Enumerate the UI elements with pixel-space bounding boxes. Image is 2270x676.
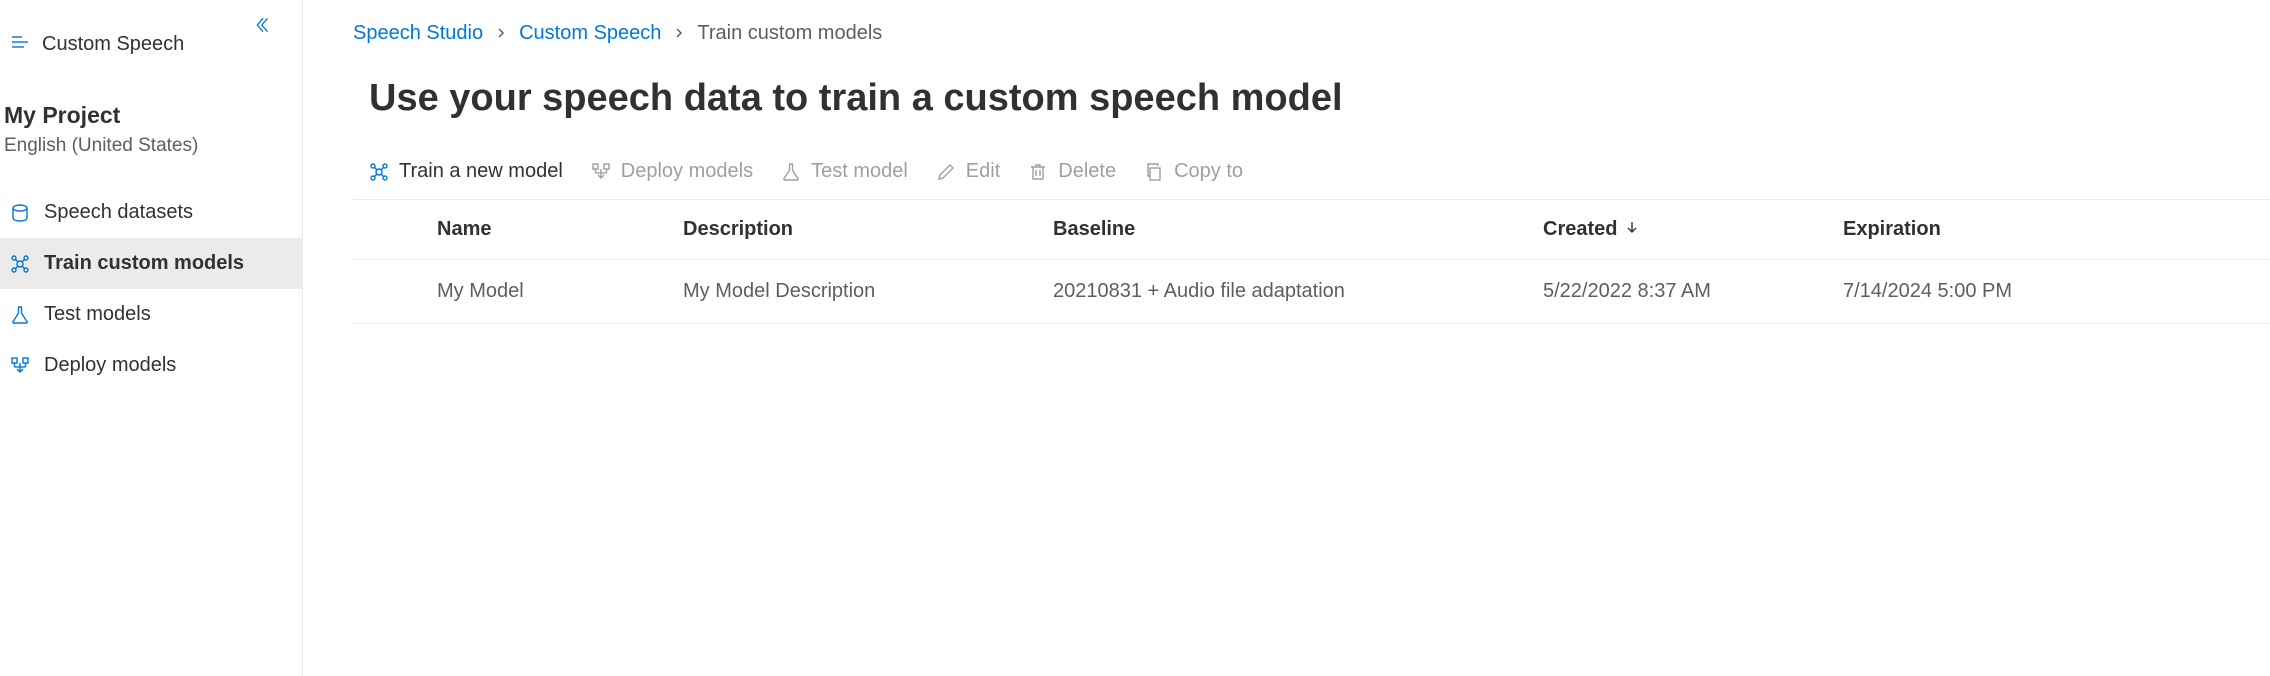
main-content: Speech Studio Custom Speech Train custom… bbox=[303, 0, 2270, 676]
breadcrumb-item-current: Train custom models bbox=[697, 22, 882, 45]
copy-icon bbox=[1144, 162, 1164, 182]
deploy-icon bbox=[10, 356, 30, 376]
chevron-right-icon bbox=[495, 26, 507, 42]
row-created-cell: 5/22/2022 8:37 AM bbox=[1543, 280, 1843, 303]
row-baseline-cell: 20210831 + Audio file adaptation bbox=[1053, 280, 1543, 303]
edit-button[interactable]: Edit bbox=[936, 160, 1000, 183]
toolbar-btn-label: Copy to bbox=[1174, 160, 1243, 183]
breadcrumb: Speech Studio Custom Speech Train custom… bbox=[353, 22, 2270, 45]
sidebar-item-label: Test models bbox=[44, 303, 151, 326]
sidebar-item-speech-datasets[interactable]: Speech datasets bbox=[0, 187, 302, 238]
sort-down-icon bbox=[1625, 220, 1639, 239]
train-model-icon bbox=[369, 162, 389, 182]
table-header-checkbox bbox=[353, 218, 437, 241]
toolbar-btn-label: Edit bbox=[966, 160, 1000, 183]
deploy-models-button[interactable]: Deploy models bbox=[591, 160, 753, 183]
copy-to-button[interactable]: Copy to bbox=[1144, 160, 1243, 183]
flask-icon bbox=[10, 305, 30, 325]
table-header-baseline[interactable]: Baseline bbox=[1053, 218, 1543, 241]
delete-button[interactable]: Delete bbox=[1028, 160, 1116, 183]
breadcrumb-item-custom-speech[interactable]: Custom Speech bbox=[519, 22, 661, 45]
project-name: My Project bbox=[4, 102, 298, 129]
list-icon bbox=[10, 32, 30, 58]
sidebar: Custom Speech My Project English (United… bbox=[0, 0, 303, 676]
project-language: English (United States) bbox=[4, 135, 298, 157]
flask-icon bbox=[781, 162, 801, 182]
breadcrumb-item-speech-studio[interactable]: Speech Studio bbox=[353, 22, 483, 45]
toolbar-btn-label: Test model bbox=[811, 160, 908, 183]
table-header-expiration[interactable]: Expiration bbox=[1843, 218, 2270, 241]
project-block: My Project English (United States) bbox=[0, 68, 302, 165]
models-table: Name Description Baseline Created Expira… bbox=[353, 200, 2270, 324]
page-title: Use your speech data to train a custom s… bbox=[369, 77, 2270, 120]
row-checkbox-cell[interactable] bbox=[353, 280, 437, 303]
sidebar-item-label: Train custom models bbox=[44, 252, 244, 275]
table-header-created[interactable]: Created bbox=[1543, 218, 1843, 241]
table-header-row: Name Description Baseline Created Expira… bbox=[353, 200, 2270, 260]
toolbar-btn-label: Deploy models bbox=[621, 160, 753, 183]
toolbar-btn-label: Train a new model bbox=[399, 160, 563, 183]
sidebar-item-label: Speech datasets bbox=[44, 201, 193, 224]
row-expiration-cell: 7/14/2024 5:00 PM bbox=[1843, 280, 2270, 303]
sidebar-nav: Speech datasets Train custom models bbox=[0, 187, 302, 391]
test-model-button[interactable]: Test model bbox=[781, 160, 908, 183]
trash-icon bbox=[1028, 162, 1048, 182]
collapse-sidebar-icon[interactable] bbox=[254, 16, 272, 39]
deploy-icon bbox=[591, 162, 611, 182]
sidebar-item-train-custom-models[interactable]: Train custom models bbox=[0, 238, 302, 289]
table-header-description[interactable]: Description bbox=[683, 218, 1053, 241]
toolbar: Train a new model Deploy models bbox=[353, 152, 2270, 200]
train-new-model-button[interactable]: Train a new model bbox=[369, 160, 563, 183]
sidebar-item-label: Deploy models bbox=[44, 354, 176, 377]
row-description-cell: My Model Description bbox=[683, 280, 1053, 303]
sidebar-item-test-models[interactable]: Test models bbox=[0, 289, 302, 340]
database-icon bbox=[10, 203, 30, 223]
sidebar-item-deploy-models[interactable]: Deploy models bbox=[0, 340, 302, 391]
pencil-icon bbox=[936, 162, 956, 182]
row-name-cell: My Model bbox=[437, 280, 683, 303]
toolbar-btn-label: Delete bbox=[1058, 160, 1116, 183]
table-row[interactable]: My Model My Model Description 20210831 +… bbox=[353, 260, 2270, 324]
sidebar-header-label: Custom Speech bbox=[42, 33, 184, 56]
table-header-created-label: Created bbox=[1543, 218, 1617, 241]
chevron-right-icon bbox=[673, 26, 685, 42]
table-header-name[interactable]: Name bbox=[437, 218, 683, 241]
train-model-icon bbox=[10, 254, 30, 274]
